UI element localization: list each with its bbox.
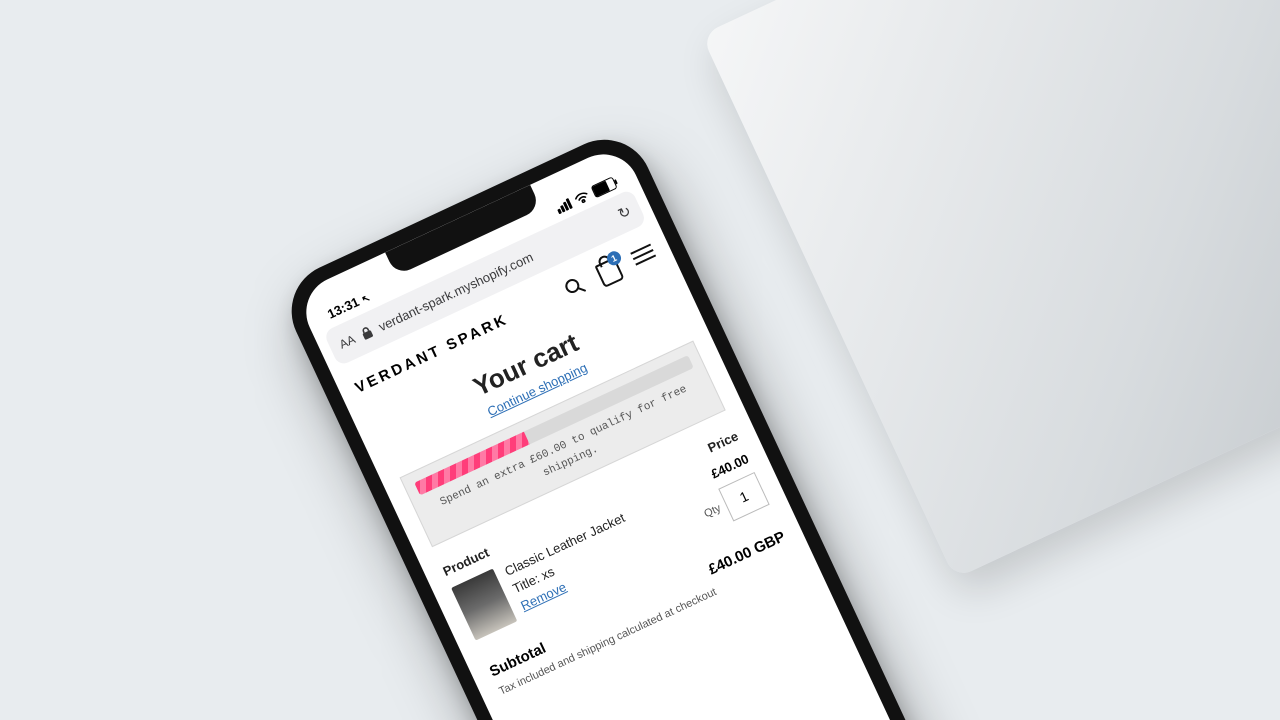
- cart-bag-icon[interactable]: 1: [594, 256, 623, 285]
- column-header-price: Price: [705, 428, 740, 455]
- cell-signal-icon: [555, 198, 573, 214]
- refresh-icon[interactable]: ↻: [615, 202, 634, 224]
- cart-count-badge: 1: [605, 249, 624, 268]
- location-arrow-icon: ↖: [360, 293, 372, 307]
- battery-icon: [590, 176, 617, 198]
- cart-page: Your cart Continue shopping Spend an ext…: [349, 259, 914, 720]
- wifi-icon: [573, 190, 591, 206]
- qty-label: Qty: [702, 502, 723, 520]
- product-thumbnail[interactable]: [451, 569, 517, 641]
- quantity-input[interactable]: 1: [718, 472, 769, 522]
- search-icon[interactable]: [560, 272, 589, 301]
- lock-icon: [359, 325, 374, 341]
- text-size-button[interactable]: AA: [337, 332, 357, 351]
- menu-hamburger-icon[interactable]: [629, 240, 658, 269]
